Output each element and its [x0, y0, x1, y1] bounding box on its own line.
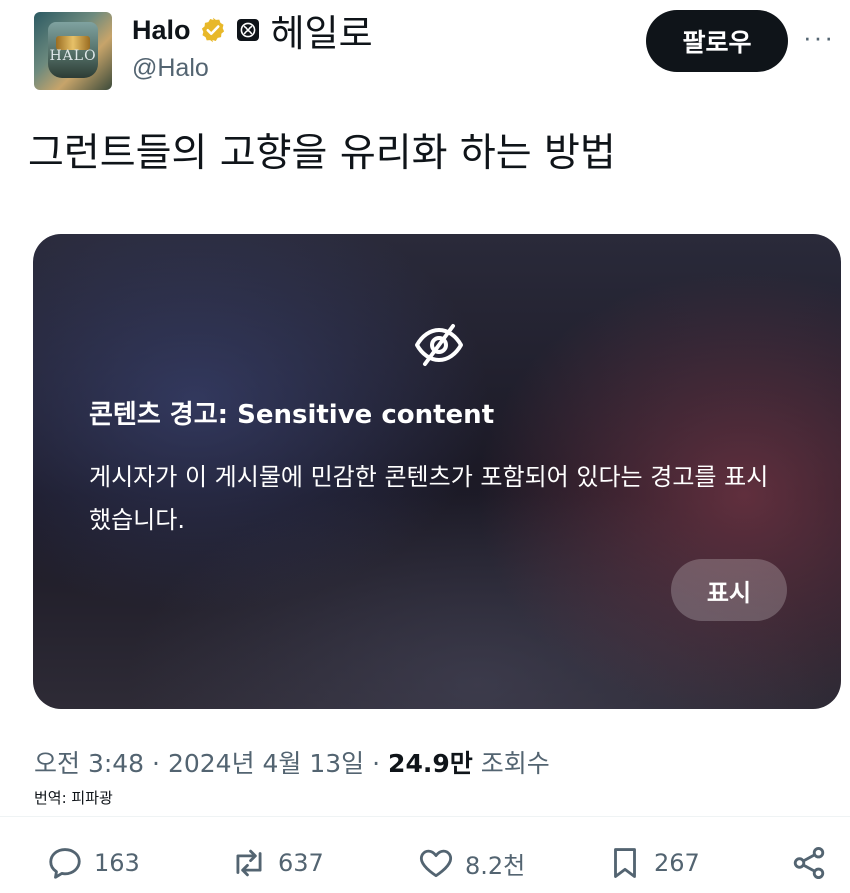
eye-slash-icon: [415, 324, 463, 366]
repost-button[interactable]: 637: [230, 838, 324, 888]
share-button[interactable]: [790, 838, 838, 888]
divider: [0, 816, 850, 817]
sensitive-media-card[interactable]: 콘텐츠 경고: Sensitive content 게시자가 이 게시물에 민감…: [33, 234, 841, 709]
affiliate-name: 헤일로: [270, 12, 373, 55]
avatar[interactable]: HALO: [34, 12, 112, 90]
follow-button[interactable]: 팔로우: [646, 10, 788, 72]
tweet-date[interactable]: 2024년 4월 13일: [168, 749, 364, 778]
tweet-meta: 오전 3:48 · 2024년 4월 13일 · 24.9만 조회수: [34, 744, 550, 780]
tweet-text: 그런트들의 고향을 유리화 하는 방법: [28, 131, 616, 176]
show-media-button[interactable]: 표시: [671, 559, 787, 621]
view-label: 조회수: [480, 749, 550, 778]
translation-credit: 번역: 피파광: [34, 789, 113, 807]
display-name[interactable]: Halo: [132, 15, 191, 46]
heart-icon: [419, 849, 453, 878]
like-count: 8.2천: [465, 851, 526, 880]
like-button[interactable]: 8.2천: [417, 838, 525, 888]
avatar-logo: HALO: [49, 48, 97, 64]
reply-button[interactable]: 163: [46, 838, 140, 888]
view-count: 24.9만: [388, 749, 473, 778]
name-row: Halo 헤일로: [132, 12, 373, 55]
repost-icon: [236, 849, 262, 877]
meta-separator: ·: [152, 749, 168, 778]
tweet-time[interactable]: 오전 3:48: [34, 749, 144, 778]
verified-badge-icon[interactable]: [199, 16, 227, 44]
repost-count: 637: [278, 849, 324, 877]
bookmark-button[interactable]: 267: [606, 838, 700, 888]
reply-icon: [49, 848, 81, 879]
bookmark-icon: [614, 848, 636, 878]
more-options-button[interactable]: ···: [803, 22, 835, 53]
content-warning-body: 게시자가 이 게시물에 민감한 콘텐츠가 포함되어 있다는 경고를 표시했습니다…: [89, 463, 769, 534]
share-icon: [793, 847, 825, 879]
content-warning-title: 콘텐츠 경고: Sensitive content: [89, 400, 495, 430]
reply-count: 163: [94, 849, 140, 877]
xbox-affiliate-icon[interactable]: [236, 19, 259, 41]
bookmark-count: 267: [654, 849, 700, 877]
user-handle[interactable]: @Halo: [132, 54, 209, 83]
meta-separator: ·: [372, 749, 389, 778]
action-bar: 163 637 8.2천 267: [0, 838, 850, 888]
